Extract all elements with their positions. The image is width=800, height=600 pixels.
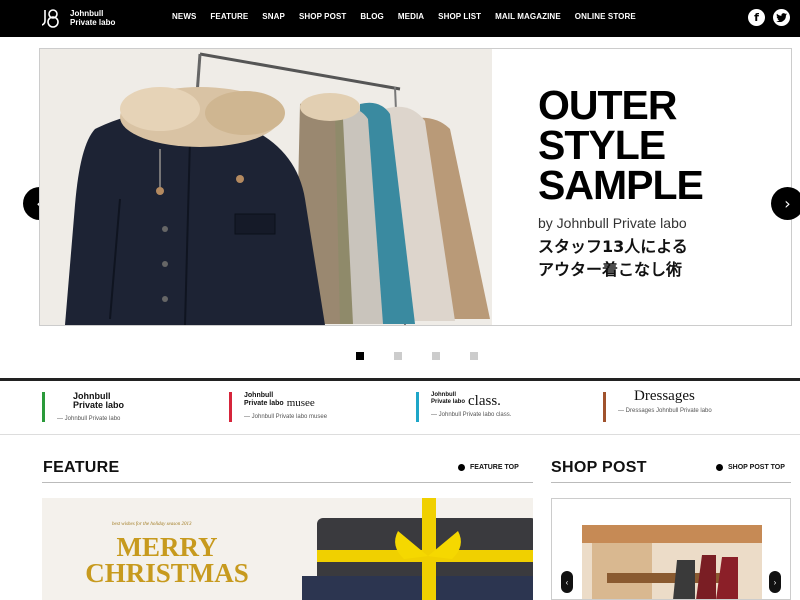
feature-image-christmas[interactable]: best wishes for the holiday season 2013 …: [42, 498, 533, 600]
shop-post-heading: SHOP POST: [551, 459, 647, 476]
brand-subtitle: — Johnbull Private labo: [57, 416, 121, 422]
bullet-icon: [716, 464, 723, 471]
chevron-left-icon: ‹: [565, 577, 569, 587]
brand-name-line1: Johnbull: [431, 392, 456, 398]
nav-mail-magazine[interactable]: MAIL MAGAZINE: [495, 12, 561, 21]
logo-mark-icon: [40, 8, 66, 28]
shop-post-top-link[interactable]: SHOP POST TOP: [716, 464, 785, 471]
logo-line2: Private labo: [70, 18, 116, 27]
brand-subtitle: — Johnbull Private labo class.: [431, 412, 512, 418]
site-logo[interactable]: Johnbull Private labo: [40, 8, 116, 28]
feature-heading: FEATURE: [43, 459, 120, 476]
divider: [551, 482, 791, 483]
slider-pagination: [356, 352, 508, 360]
nav-online-store[interactable]: ONLINE STORE: [575, 12, 636, 21]
slider-dot-1[interactable]: [356, 352, 364, 360]
brand-musee[interactable]: Johnbull Private labo musee — Johnbull Pr…: [229, 392, 327, 422]
slider-dot-4[interactable]: [470, 352, 478, 360]
nav-blog[interactable]: BLOG: [360, 12, 384, 21]
brand-name-extra: class.: [468, 393, 501, 409]
feature-top-link[interactable]: FEATURE TOP: [458, 464, 519, 471]
twitter-icon[interactable]: [773, 9, 790, 26]
slider-dot-2[interactable]: [394, 352, 402, 360]
hero-byline: by Johnbull Private labo: [538, 215, 687, 231]
feature-top-label: FEATURE TOP: [470, 464, 519, 471]
chevron-right-icon: ›: [773, 577, 777, 587]
nav-shop-list[interactable]: SHOP LIST: [438, 12, 481, 21]
brand-name-extra: Dressages: [634, 388, 695, 404]
hero-photo-coats: [40, 49, 492, 325]
slider-next-button[interactable]: ›: [771, 187, 800, 220]
nav-shop-post[interactable]: SHOP POST: [299, 12, 346, 21]
logo-line1: Johnbull: [70, 9, 104, 18]
shop-post-carousel: ‹ ›: [551, 498, 791, 600]
hero-title: OUTER STYLE SAMPLE: [538, 82, 704, 208]
brand-class[interactable]: Johnbull Private labo class. — Johnbull P…: [416, 392, 511, 422]
divider: [42, 482, 533, 483]
shop-post-prev-button[interactable]: ‹: [561, 571, 573, 593]
nav-feature[interactable]: FEATURE: [210, 12, 248, 21]
chevron-right-icon: ›: [784, 194, 791, 213]
nav-media[interactable]: MEDIA: [398, 12, 424, 21]
divider: [0, 378, 800, 381]
brand-name-line2: Private labo: [431, 399, 466, 405]
shop-post-next-button[interactable]: ›: [769, 571, 781, 593]
hero-japanese-text: スタッフ13人による アウター着こなし術: [538, 237, 688, 279]
hero-slider[interactable]: OUTER STYLE SAMPLE by Johnbull Private l…: [39, 48, 792, 326]
brand-name-line2: Private labo: [73, 400, 125, 410]
bullet-icon: [458, 464, 465, 471]
brand-name-line1: Johnbull: [244, 392, 274, 399]
divider: [0, 434, 800, 435]
main-nav: NEWS FEATURE SNAP SHOP POST BLOG MEDIA S…: [172, 12, 650, 21]
social-links: f: [740, 9, 790, 26]
nav-news[interactable]: NEWS: [172, 12, 196, 21]
nav-snap[interactable]: SNAP: [262, 12, 285, 21]
brand-dressages[interactable]: Dressages — Dressages Johnbull Private l…: [603, 389, 712, 422]
brand-johnbull-private-labo[interactable]: Johnbull Private labo — Johnbull Private…: [42, 392, 124, 422]
brand-subtitle: — Johnbull Private labo musee: [244, 414, 328, 420]
facebook-icon[interactable]: f: [748, 9, 765, 26]
slider-dot-3[interactable]: [432, 352, 440, 360]
shop-post-top-label: SHOP POST TOP: [728, 464, 785, 471]
feature-image-headline: MERRY CHRISTMAS: [85, 532, 249, 588]
brand-name-extra: musee: [286, 397, 315, 409]
feature-image-caption: best wishes for the holiday season 2013: [112, 522, 192, 527]
brand-links: Johnbull Private labo — Johnbull Private…: [0, 389, 800, 432]
brand-name-line2: Private labo: [244, 400, 284, 407]
shop-post-image[interactable]: [582, 525, 762, 599]
brand-subtitle: — Dressages Johnbull Private labo: [618, 408, 712, 414]
top-navigation-bar: Johnbull Private labo NEWS FEATURE SNAP …: [0, 0, 800, 37]
